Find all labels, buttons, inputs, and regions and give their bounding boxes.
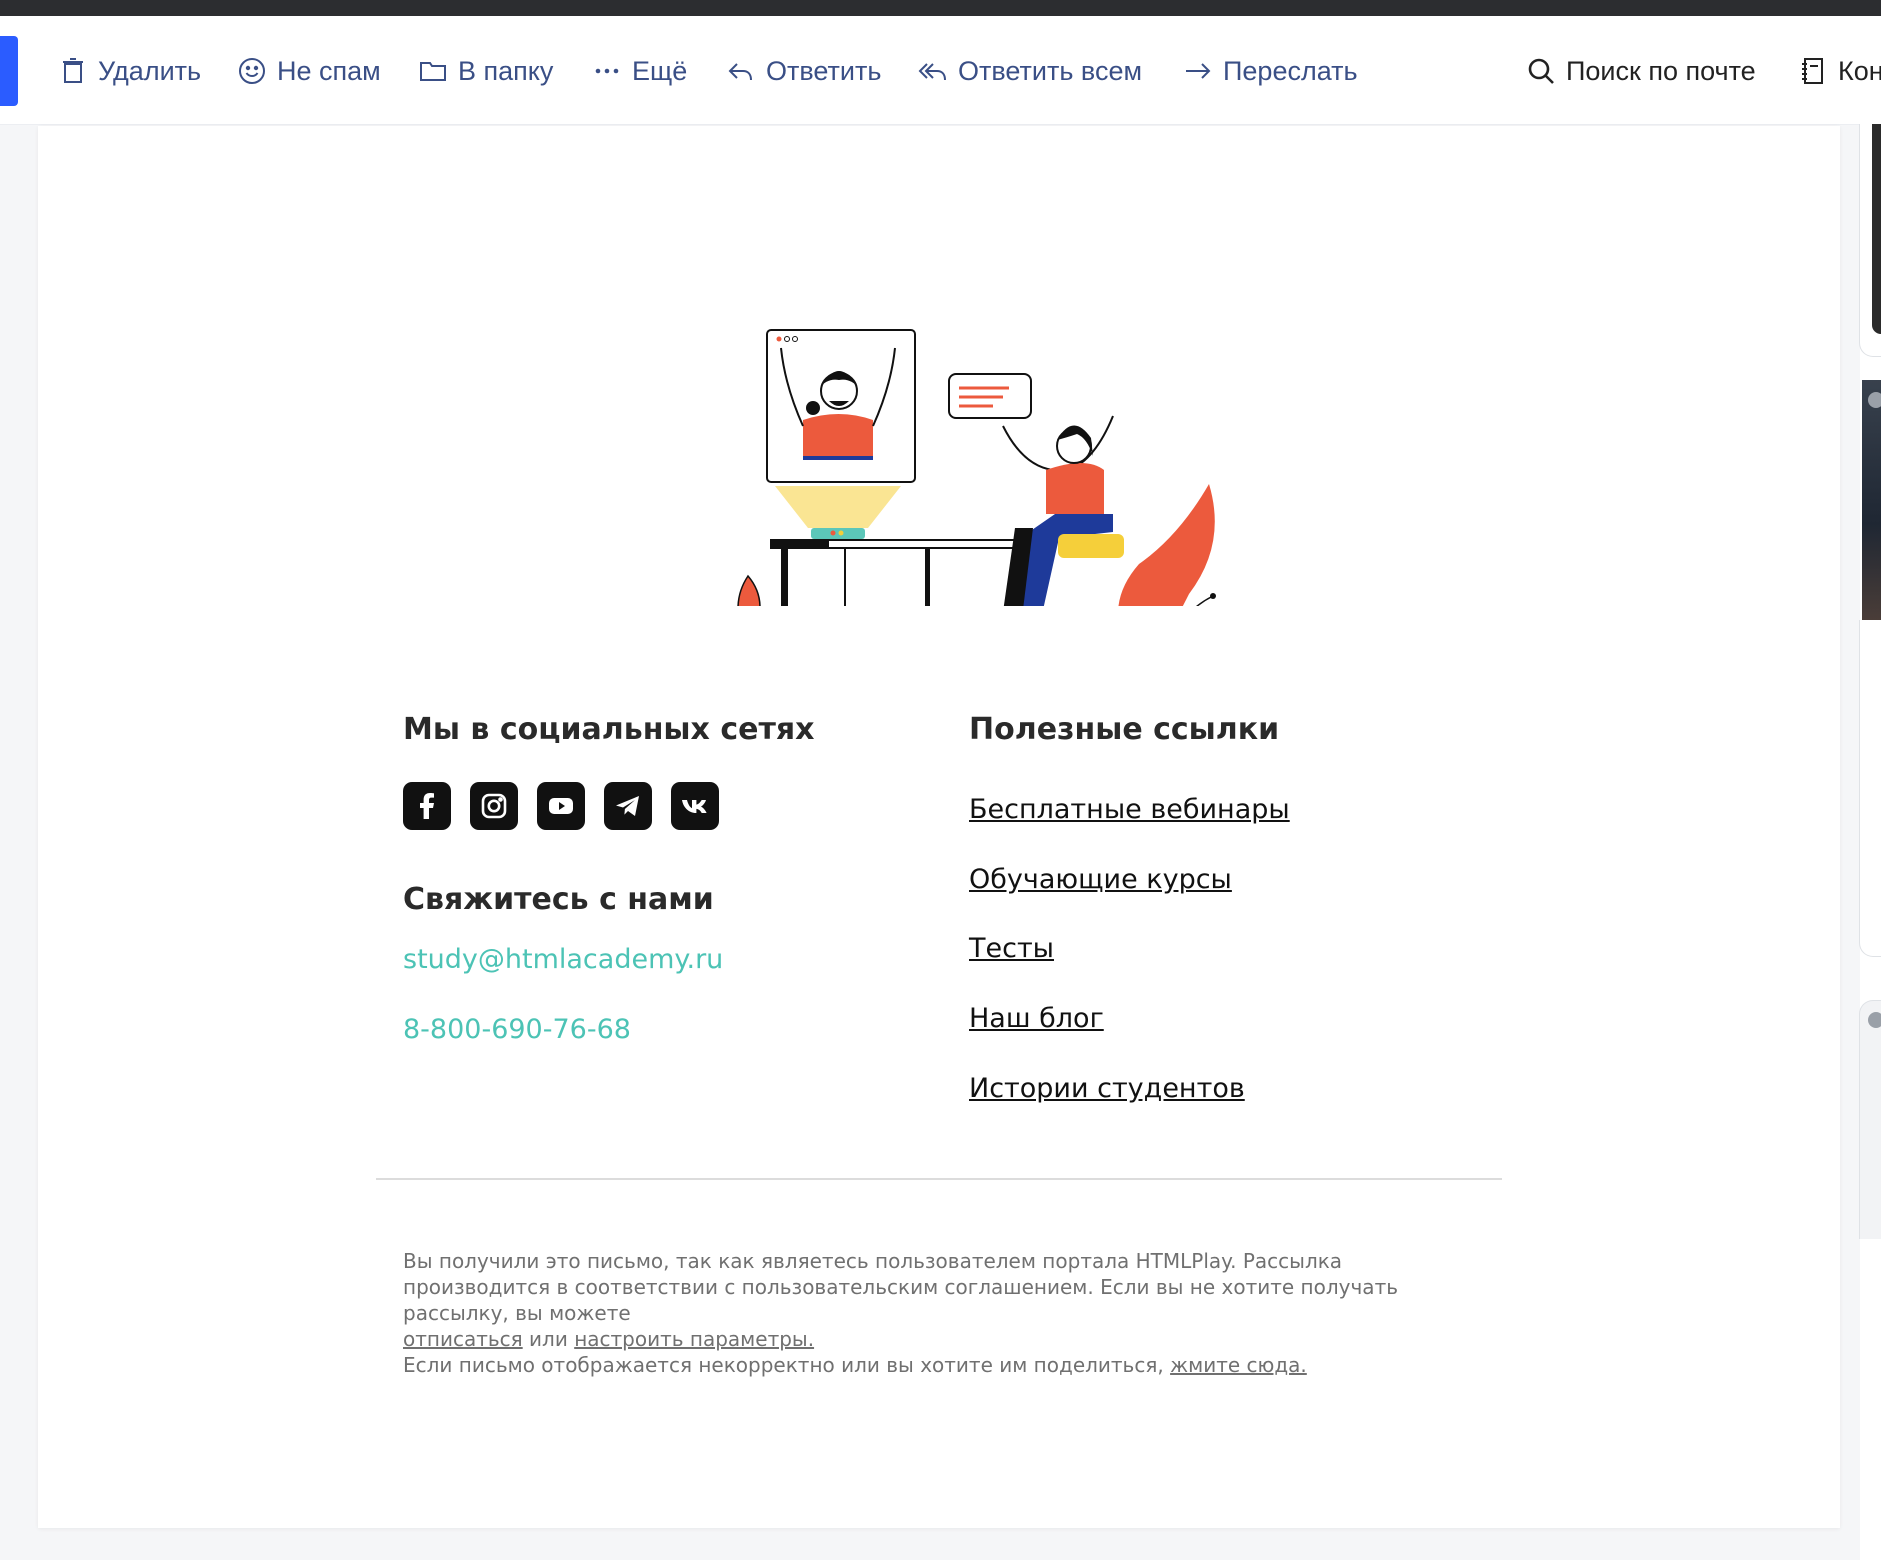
footer-view-online: Если письмо отображается некорректно или… [403,1352,1493,1378]
links-heading: Полезные ссылки [969,712,1280,747]
smiley-icon [239,58,265,84]
footer-view-text: Если письмо отображается некорректно или… [403,1353,1164,1377]
right-panel-image[interactable] [1862,380,1881,620]
delete-button[interactable]: Удалить [58,52,201,90]
folder-icon [420,62,446,81]
contacts-button[interactable]: Кон [1798,52,1881,90]
footer-notice-text: Вы получили это письмо, так как являетес… [403,1249,1398,1325]
link-student-stories[interactable]: Истории студентов [969,1073,1245,1104]
settings-link[interactable]: настроить параметры. [574,1327,814,1351]
youtube-icon[interactable] [537,782,585,830]
dots-icon [595,68,619,74]
not-spam-label: Не спам [277,55,381,86]
illustration [737,329,1216,606]
forward-button[interactable]: Переслать [1183,52,1358,90]
info-icon[interactable] [1868,392,1881,408]
contact-phone-link[interactable]: 8-800-690-76-68 [403,1014,631,1045]
telegram-icon[interactable] [604,782,652,830]
delete-label: Удалить [98,55,202,86]
right-panel-block [1859,1000,1881,1239]
vk-icon[interactable] [671,782,719,830]
search-mail-button[interactable]: Поиск по почте [1526,52,1756,90]
footer-or: или [529,1327,568,1351]
trash-icon [63,58,83,83]
reply-icon [728,63,752,81]
view-online-link[interactable]: жмите сюда. [1170,1353,1307,1377]
reply-label: Ответить [766,55,882,86]
not-spam-button[interactable]: Не спам [237,52,381,90]
reply-all-button[interactable]: Ответить всем [918,52,1142,90]
info-icon[interactable] [1868,1012,1881,1028]
forward-label: Переслать [1223,55,1358,86]
right-panel-block [1859,620,1881,957]
contacts-book-icon [1802,58,1823,84]
unsubscribe-link[interactable]: отписаться [403,1327,523,1351]
search-icon [1528,58,1554,84]
contacts-label: Кон [1838,55,1881,86]
link-blog[interactable]: Наш блог [969,1003,1104,1034]
social-heading: Мы в социальных сетях [403,712,815,747]
more-label: Ещё [632,55,688,86]
contact-heading: Свяжитесь с нами [403,882,714,917]
link-courses[interactable]: Обучающие курсы [969,864,1232,895]
forward-icon [1186,63,1211,79]
link-webinars[interactable]: Бесплатные вебинары [969,794,1290,825]
instagram-icon[interactable] [470,782,518,830]
browser-top-strip [0,0,1881,16]
more-button[interactable]: Ещё [592,52,687,90]
to-folder-label: В папку [458,55,554,86]
right-panel-dark [1872,124,1881,334]
search-label: Поиск по почте [1566,55,1756,86]
mail-toolbar: Удалить Не спам В папку Ещё Ответить Отв… [0,16,1881,125]
social-icons [403,782,719,830]
divider [376,1178,1502,1180]
to-folder-button[interactable]: В папку [418,52,553,90]
facebook-icon[interactable] [403,782,451,830]
reply-all-icon [918,63,946,81]
reply-all-label: Ответить всем [958,55,1143,86]
footer-notice: Вы получили это письмо, так как являетес… [403,1248,1493,1352]
email-body: Мы в социальных сетях Свяжитесь с нами s… [38,126,1840,1528]
accent-tab [0,36,18,106]
contact-email-link[interactable]: study@htmlacademy.ru [403,944,723,975]
reply-button[interactable]: Ответить [726,52,881,90]
link-tests[interactable]: Тесты [969,933,1054,964]
